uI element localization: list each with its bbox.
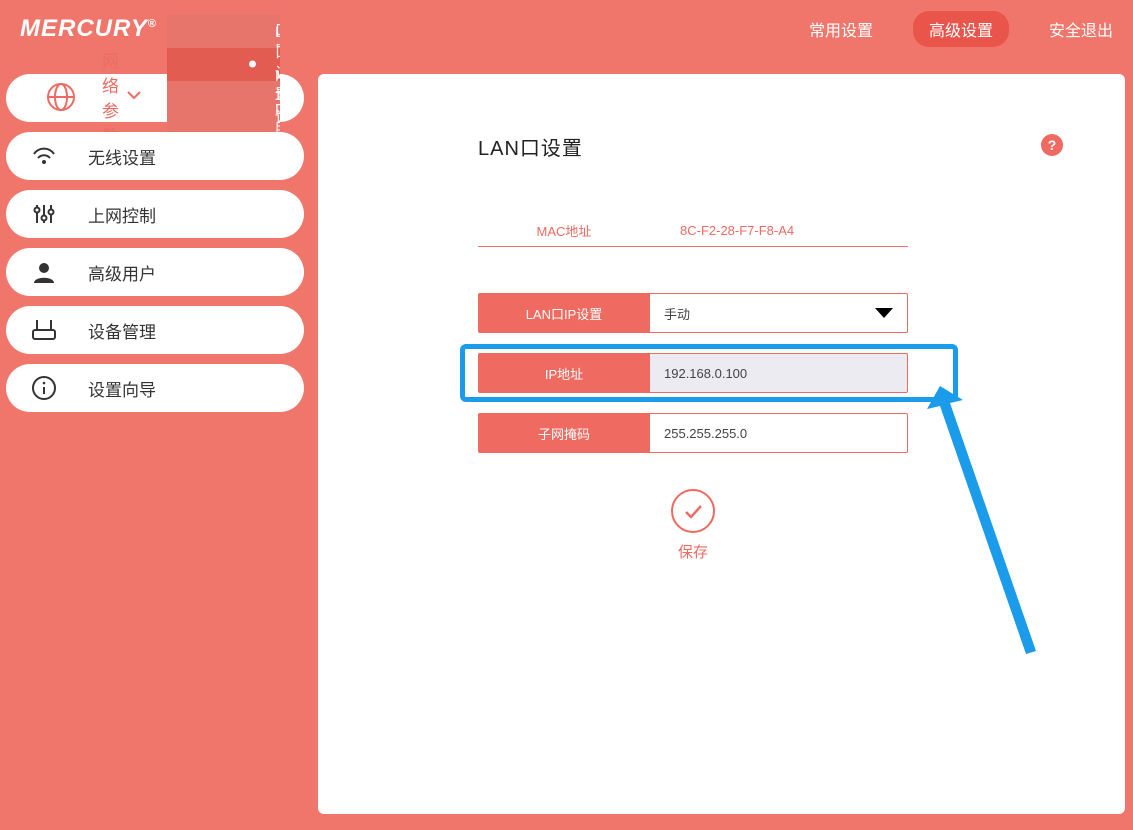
sidebar-sub-mac[interactable]: MAC地址设置 <box>167 81 280 114</box>
sidebar-item-label: 上网控制 <box>88 202 156 227</box>
nav-logout[interactable]: 安全退出 <box>1049 17 1113 41</box>
brand-logo: MERCURY® <box>20 15 157 43</box>
info-icon <box>26 370 62 406</box>
page-title: LAN口设置 <box>478 132 1125 161</box>
user-icon <box>26 254 62 290</box>
check-icon <box>671 489 715 533</box>
ip-address-row: IP地址 192.168.0.100 <box>478 353 908 393</box>
nav-common-settings[interactable]: 常用设置 <box>809 17 873 41</box>
sidebar-sub-wan[interactable]: WAN口设置 <box>167 15 280 48</box>
sidebar-sub-lan[interactable]: LAN口设置 <box>167 48 280 81</box>
mac-label: MAC地址 <box>478 221 650 240</box>
sliders-icon <box>26 196 62 232</box>
globe-icon <box>46 79 76 115</box>
help-icon[interactable]: ? <box>1041 134 1063 156</box>
sidebar-item-wireless[interactable]: 无线设置 <box>6 132 304 180</box>
router-icon <box>26 312 62 348</box>
lan-settings-form: MAC地址 8C-F2-28-F7-F8-A4 LAN口IP设置 手动 IP地址… <box>478 221 908 562</box>
wifi-icon <box>26 138 62 174</box>
ip-address-label: IP地址 <box>478 353 650 393</box>
dropdown-arrow-icon <box>875 308 893 318</box>
save-button[interactable]: 保存 <box>653 489 733 562</box>
lan-ip-mode-label: LAN口IP设置 <box>478 293 650 333</box>
sidebar-item-label: 设备管理 <box>88 318 156 343</box>
brand-text: MERCURY <box>20 15 148 42</box>
ip-address-value: 192.168.0.100 <box>664 366 747 381</box>
sidebar-item-setup-wizard[interactable]: 设置向导 <box>6 364 304 412</box>
subnet-mask-input[interactable]: 255.255.255.0 <box>650 413 908 453</box>
subnet-mask-label: 子网掩码 <box>478 413 650 453</box>
mac-info-row: MAC地址 8C-F2-28-F7-F8-A4 <box>478 221 908 247</box>
save-label: 保存 <box>653 541 733 562</box>
content-panel: LAN口设置 ? MAC地址 8C-F2-28-F7-F8-A4 LAN口IP设… <box>318 74 1125 814</box>
top-links: 常用设置 高级设置 安全退出 <box>809 11 1113 47</box>
lan-ip-mode-row: LAN口IP设置 手动 <box>478 293 908 333</box>
subnet-mask-row: 子网掩码 255.255.255.0 <box>478 413 908 453</box>
sidebar-item-advanced-user[interactable]: 高级用户 <box>6 248 304 296</box>
lan-ip-mode-select[interactable]: 手动 <box>650 293 908 333</box>
sidebar-group-network: 网络参数 WAN口设置 LAN口设置 MAC地址设置 DHCP服务器 IP与MA… <box>6 74 304 122</box>
sidebar-item-device-mgmt[interactable]: 设备管理 <box>6 306 304 354</box>
sidebar-item-label: 无线设置 <box>88 144 156 169</box>
sidebar-item-access-control[interactable]: 上网控制 <box>6 190 304 238</box>
sidebar-item-network[interactable]: 网络参数 <box>26 74 167 120</box>
sidebar: 网络参数 WAN口设置 LAN口设置 MAC地址设置 DHCP服务器 IP与MA… <box>6 74 304 814</box>
registered-mark: ® <box>148 18 157 30</box>
subnet-mask-value: 255.255.255.0 <box>664 426 747 441</box>
lan-ip-mode-value: 手动 <box>664 304 690 323</box>
sidebar-item-label: 设置向导 <box>88 376 156 401</box>
ip-address-input[interactable]: 192.168.0.100 <box>650 353 908 393</box>
sidebar-item-label: 高级用户 <box>88 260 156 285</box>
arrow-annotation <box>918 386 1118 676</box>
chevron-down-icon <box>125 86 143 109</box>
nav-advanced-settings[interactable]: 高级设置 <box>913 11 1009 47</box>
mac-value: 8C-F2-28-F7-F8-A4 <box>650 223 794 238</box>
